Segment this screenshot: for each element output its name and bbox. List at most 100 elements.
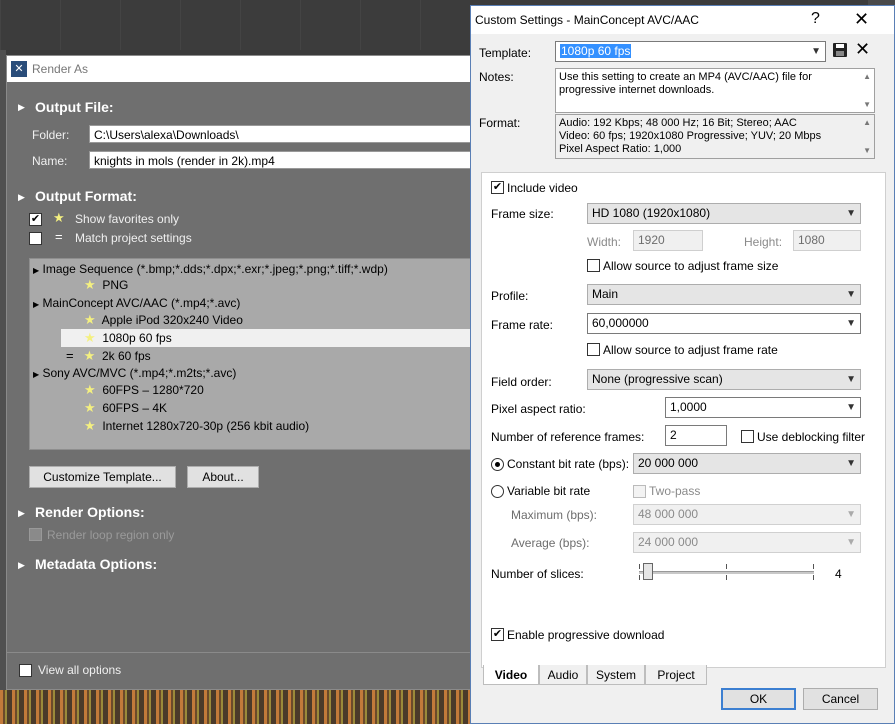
include-video-checkbox[interactable]: ✔ — [491, 181, 504, 194]
max-select[interactable]: 48 000 000 ▼ — [633, 504, 861, 525]
slices-label: Number of slices: — [491, 567, 584, 581]
avg-label: Average (bps): — [511, 536, 590, 550]
chevron-down-icon: ▼ — [846, 374, 856, 385]
two-pass-checkbox[interactable] — [633, 485, 646, 498]
cbr-select[interactable]: 20 000 000 ▼ — [633, 453, 861, 474]
customize-template-button[interactable]: Customize Template... — [29, 466, 176, 488]
format-tree[interactable]: ▶ Image Sequence (*.bmp;*.dds;*.dpx;*.ex… — [29, 258, 473, 450]
tree-item-60fps-4k[interactable]: ★ 60FPS – 4K — [84, 399, 167, 417]
tree-item-sony[interactable]: ▶ Sony AVC/MVC (*.mp4;*.m2ts;*.avc) — [33, 364, 236, 382]
chevron-down-icon: ▼ — [846, 289, 856, 300]
notes-textarea[interactable]: Use this setting to create an MP4 (AVC/A… — [555, 68, 875, 113]
cbr-radio[interactable] — [491, 458, 504, 471]
width-input[interactable]: 1920 — [633, 230, 703, 251]
video-settings-panel: ✔ Include video Frame size: HD 1080 (192… — [481, 172, 886, 668]
frame-size-select[interactable]: HD 1080 (1920x1080) ▼ — [587, 203, 861, 224]
vbr-label: Variable bit rate — [507, 484, 591, 498]
slices-slider-track[interactable] — [639, 571, 814, 574]
field-order-select[interactable]: None (progressive scan) ▼ — [587, 369, 861, 390]
star-icon: ★ — [84, 277, 96, 292]
slider-tick — [639, 575, 640, 580]
view-all-checkbox[interactable] — [19, 664, 32, 677]
tree-item-60fps-720[interactable]: ★ 60FPS – 1280*720 — [84, 381, 204, 399]
slider-tick — [726, 564, 727, 569]
format-summary: Audio: 192 Kbps; 48 000 Hz; 16 Bit; Ster… — [555, 114, 875, 159]
scroll-down-icon[interactable]: ▼ — [863, 98, 871, 111]
par-label: Pixel aspect ratio: — [491, 402, 586, 416]
progressive-label: Enable progressive download — [507, 628, 665, 642]
render-loop-checkbox[interactable] — [29, 528, 42, 541]
about-button[interactable]: About... — [187, 466, 259, 488]
height-label: Height: — [744, 235, 783, 249]
field-order-value: None (progressive scan) — [592, 372, 723, 386]
cancel-button[interactable]: Cancel — [803, 688, 878, 710]
tree-item-ipod[interactable]: ★ Apple iPod 320x240 Video — [84, 311, 243, 329]
star-icon: ★ — [53, 210, 65, 225]
render-as-titlebar: ✕ Render As — [7, 56, 471, 82]
chevron-down-icon: ▼ — [846, 509, 856, 520]
slider-tick — [726, 575, 727, 580]
slider-tick — [813, 575, 814, 580]
scroll-up-icon[interactable]: ▲ — [863, 116, 871, 129]
tree-item-internet[interactable]: ★ Internet 1280x720-30p (256 kbit audio) — [84, 417, 309, 435]
tree-item-png[interactable]: ★ PNG — [84, 276, 128, 294]
tab-project[interactable]: Project — [645, 665, 707, 685]
width-label: Width: — [587, 235, 622, 249]
tree-item-1080p[interactable]: ★ 1080p 60 fps — [84, 329, 172, 347]
save-icon[interactable] — [833, 43, 847, 57]
profile-label: Profile: — [491, 289, 529, 303]
expand-triangle-icon[interactable]: ▶ — [18, 192, 25, 203]
avg-select[interactable]: 24 000 000 ▼ — [633, 532, 861, 553]
format-label: Format: — [479, 116, 521, 130]
star-icon: ★ — [84, 330, 96, 345]
allow-frame-rate-checkbox[interactable] — [587, 343, 600, 356]
expand-triangle-icon[interactable]: ▶ — [18, 102, 25, 113]
scroll-up-icon[interactable]: ▲ — [863, 70, 871, 83]
height-input[interactable]: 1080 — [793, 230, 861, 251]
frame-size-value: HD 1080 (1920x1080) — [592, 206, 711, 220]
tab-system[interactable]: System — [587, 665, 645, 685]
name-input[interactable]: knights in mols (render in 2k).mp4 — [89, 151, 471, 169]
deblocking-checkbox[interactable] — [741, 430, 754, 443]
tree-item-mainconcept[interactable]: ▶ MainConcept AVC/AAC (*.mp4;*.avc) — [33, 294, 240, 312]
star-icon: ★ — [84, 418, 96, 433]
render-options-heading: Render Options: — [35, 504, 145, 520]
delete-icon[interactable]: ✕ — [855, 39, 870, 60]
notes-text: Use this setting to create an MP4 (AVC/A… — [559, 71, 812, 96]
match-project-label: Match project settings — [75, 231, 192, 245]
help-button[interactable]: ? — [811, 10, 820, 28]
par-combobox[interactable]: 1,0000 ▼ — [665, 397, 861, 418]
tab-audio[interactable]: Audio — [539, 665, 587, 685]
ref-frames-input[interactable]: 2 — [665, 425, 727, 446]
output-format-heading: Output Format: — [35, 188, 137, 204]
expand-triangle-icon[interactable]: ▶ — [18, 560, 25, 571]
allow-frame-size-checkbox[interactable] — [587, 259, 600, 272]
folder-label: Folder: — [32, 128, 70, 142]
metadata-options-heading: Metadata Options: — [35, 556, 158, 572]
render-as-dialog: ✕ Render As ▶ Output File: Folder: C:\Us… — [6, 55, 473, 690]
render-as-title: Render As — [32, 62, 89, 76]
profile-select[interactable]: Main ▼ — [587, 284, 861, 305]
chevron-down-icon: ▼ — [846, 402, 856, 413]
folder-input[interactable]: C:\Users\alexa\Downloads\ — [89, 125, 471, 143]
tree-item-2k[interactable]: = ★ 2k 60 fps — [66, 347, 151, 365]
scroll-down-icon[interactable]: ▼ — [863, 144, 871, 157]
custom-settings-title: Custom Settings - MainConcept AVC/AAC — [475, 13, 699, 27]
max-label: Maximum (bps): — [511, 508, 598, 522]
chevron-down-icon: ▼ — [811, 46, 821, 57]
frame-size-label: Frame size: — [491, 207, 554, 221]
slices-slider-thumb[interactable] — [642, 563, 653, 580]
match-project-checkbox[interactable] — [29, 232, 42, 245]
frame-rate-combobox[interactable]: 60,000000 ▼ — [587, 313, 861, 334]
ok-button[interactable]: OK — [721, 688, 796, 710]
format-video: Video: 60 fps; 1920x1080 Progressive; YU… — [559, 130, 822, 142]
show-favorites-checkbox[interactable]: ✔ — [29, 213, 42, 226]
custom-settings-titlebar: Custom Settings - MainConcept AVC/AAC ? … — [471, 6, 894, 34]
vbr-radio[interactable] — [491, 485, 504, 498]
close-button[interactable]: ✕ — [854, 9, 869, 30]
field-order-label: Field order: — [491, 375, 552, 389]
expand-triangle-icon[interactable]: ▶ — [18, 508, 25, 519]
tab-video[interactable]: Video — [483, 665, 539, 685]
progressive-checkbox[interactable]: ✔ — [491, 628, 504, 641]
template-combobox[interactable]: 1080p 60 fps ▼ — [555, 41, 826, 62]
